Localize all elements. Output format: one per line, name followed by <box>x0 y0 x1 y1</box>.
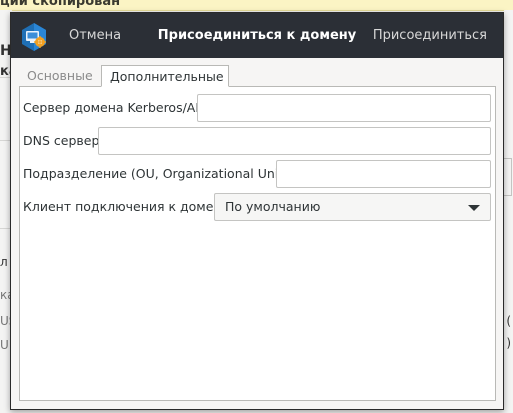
dns-server-row: DNS сервер: <box>23 127 491 155</box>
ou-label: Подразделение (OU, Organizational Unit): <box>23 166 293 181</box>
domain-client-row: Клиент подключения к домену По умолчанию <box>23 193 491 221</box>
dropdown-arrow-icon <box>468 205 480 211</box>
kerberos-server-row: Сервер домена Kerberos/AD <box>23 94 491 122</box>
ou-input[interactable] <box>276 160 491 188</box>
kerberos-server-label: Сервер домена Kerberos/AD <box>23 100 205 115</box>
cancel-button[interactable]: Отмена <box>61 23 129 49</box>
background-text-fragment: U <box>0 338 9 352</box>
ou-row: Подразделение (OU, Organizational Unit): <box>23 160 491 188</box>
background-window-right-edge: ( ) <box>504 10 513 410</box>
domain-client-label: Клиент подключения к домену <box>23 199 229 214</box>
background-text-fragment: ( <box>506 314 511 328</box>
background-notification-text: ции скопирован <box>0 0 121 9</box>
domain-client-select[interactable]: По умолчанию <box>214 193 491 221</box>
tab-advanced[interactable]: Дополнительные <box>101 65 229 87</box>
background-input-edge <box>504 158 512 196</box>
dialog-header: Отмена Присоединиться к домену Присоедин… <box>11 13 503 58</box>
kerberos-server-input[interactable] <box>197 94 491 122</box>
tab-basic[interactable]: Основные <box>19 65 97 87</box>
join-domain-dialog: Отмена Присоединиться к домену Присоедин… <box>10 12 504 410</box>
background-notification-bar: ции скопирован <box>0 0 513 11</box>
dns-server-input[interactable] <box>98 127 491 155</box>
domain-join-app-icon <box>22 23 46 51</box>
advanced-settings-panel: Сервер домена Kerberos/AD DNS сервер: По… <box>19 86 496 401</box>
background-text-fragment: ) <box>506 336 511 350</box>
domain-client-selected-value: По умолчанию <box>225 199 321 214</box>
dialog-title: Присоединиться к домену <box>157 28 357 43</box>
join-button[interactable]: Присоединиться <box>365 23 495 49</box>
dns-server-label: DNS сервер: <box>23 133 104 148</box>
